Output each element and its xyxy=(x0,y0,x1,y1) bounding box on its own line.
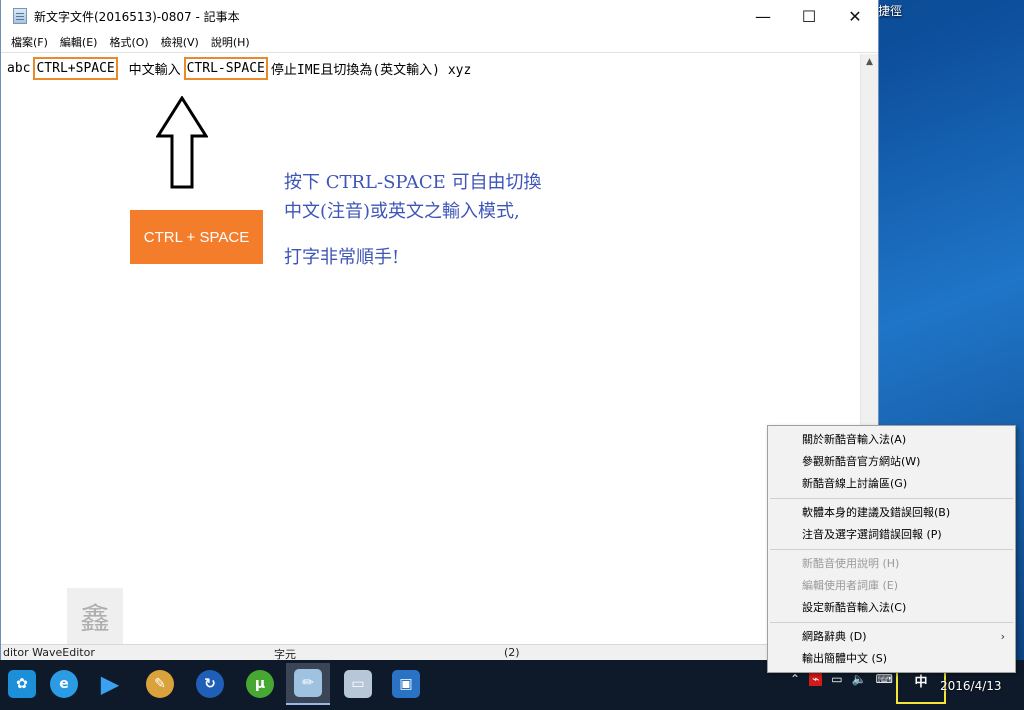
cloud-app-icon: ✿ xyxy=(8,670,36,698)
taskbar-app-1[interactable]: ✿ xyxy=(0,663,44,705)
notepad-window: 新文字文件(2016513)-0807 - 記事本 — ☐ ✕ 檔案(F) 編輯… xyxy=(0,0,879,661)
menu-file[interactable]: 檔案(F) xyxy=(5,34,54,50)
text-ctrl-plus-space: CTRL+SPACE xyxy=(33,57,118,80)
window-app-icon: ▣ xyxy=(392,670,420,698)
text-chinese-input: 中文輸入 xyxy=(120,63,181,78)
maximize-button[interactable]: ☐ xyxy=(786,0,832,32)
menu-online-forum[interactable]: 新酷音線上討論區(G) xyxy=(768,473,1015,495)
monitor-app-icon: ▭ xyxy=(344,670,372,698)
note-line-1: 按下 CTRL-SPACE 可自由切換 xyxy=(284,172,542,193)
status-bar: ditor WaveEditor 字元 (2) xyxy=(1,644,878,661)
taskbar-app-6[interactable]: µ xyxy=(238,663,282,705)
status-right-text: (2) xyxy=(504,646,520,659)
notepad-taskbar-icon: ✏ xyxy=(294,669,322,697)
keyboard-icon[interactable]: ⌨ xyxy=(876,672,893,686)
menu-simplified-output[interactable]: 輸出簡體中文 (S) xyxy=(768,648,1015,670)
menu-help[interactable]: 說明(H) xyxy=(205,34,256,50)
scroll-up-icon[interactable]: ▲ xyxy=(861,57,878,67)
menu-divider xyxy=(770,549,1013,550)
sync-app-icon: ↻ xyxy=(196,670,224,698)
menu-help-doc: 新酷音使用說明 (H) xyxy=(802,557,900,570)
media-player-icon: ▶ xyxy=(100,670,120,698)
system-tray: ⌃ ⌁ ▭ 🔈 ⌨ xyxy=(790,672,902,686)
instruction-note: 按下 CTRL-SPACE 可自由切換 中文(注音)或英文之輸入模式, 打字非常… xyxy=(284,168,542,272)
text-ctrl-minus-space: CTRL-SPACE xyxy=(183,57,268,80)
up-arrow-annotation xyxy=(156,96,208,189)
menu-phonetic-report[interactable]: 注音及選字選詞錯誤回報 (P) xyxy=(768,524,1015,546)
status-left-text: ditor WaveEditor xyxy=(3,646,95,659)
menu-view[interactable]: 檢視(V) xyxy=(155,34,205,50)
ime-context-menu: 關於新酷音輸入法(A) 參觀新酷音官方網站(W) 新酷音線上討論區(G) 軟體本… xyxy=(767,425,1016,673)
watermark-logo: 鑫 xyxy=(67,588,123,644)
chevron-up-icon[interactable]: ⌃ xyxy=(790,672,800,686)
volume-icon[interactable]: 🔈 xyxy=(852,672,867,686)
battery-icon[interactable]: ▭ xyxy=(831,672,842,686)
menu-web-dictionary[interactable]: 網路辭典 (D) › xyxy=(768,626,1015,648)
desktop-shortcut-label[interactable]: 捷徑 xyxy=(878,2,902,19)
taskbar-app-8[interactable]: ▭ xyxy=(336,663,380,705)
menu-web-dictionary-label: 網路辭典 (D) xyxy=(802,630,867,643)
menu-format[interactable]: 格式(O) xyxy=(103,34,154,50)
browser-icon: e xyxy=(50,670,78,698)
menu-edit-dictionary: 編輯使用者詞庫 (E) xyxy=(802,579,899,592)
menu-about-ime[interactable]: 關於新酷音輸入法(A) xyxy=(768,429,1015,451)
menu-divider xyxy=(770,498,1013,499)
taskbar-app-2[interactable]: e xyxy=(42,663,86,705)
acrobat-icon[interactable]: ⌁ xyxy=(809,672,823,686)
taskbar-app-4[interactable]: ✎ xyxy=(138,663,182,705)
close-button[interactable]: ✕ xyxy=(832,0,878,32)
note-line-2: 中文(注音)或英文之輸入模式, xyxy=(284,201,520,222)
menu-ime-settings[interactable]: 設定新酷音輸入法(C) xyxy=(768,597,1015,619)
menu-bug-report[interactable]: 軟體本身的建議及錯誤回報(B) xyxy=(768,502,1015,524)
utorrent-icon: µ xyxy=(246,670,274,698)
text-suffix: 停止IME且切換為(英文輸入) xyz xyxy=(270,63,472,78)
taskbar-app-5[interactable]: ↻ xyxy=(188,663,232,705)
note-line-3: 打字非常順手! xyxy=(284,247,400,268)
taskbar-app-notepad[interactable]: ✏ xyxy=(286,663,330,705)
ctrl-space-callout: CTRL + SPACE xyxy=(130,210,263,264)
menu-bar: 檔案(F) 編輯(E) 格式(O) 檢視(V) 說明(H) xyxy=(1,32,878,53)
paint-icon: ✎ xyxy=(146,670,174,698)
window-title: 新文字文件(2016513)-0807 - 記事本 xyxy=(34,9,240,24)
chevron-right-icon: › xyxy=(1000,630,1005,643)
menu-edit[interactable]: 編輯(E) xyxy=(54,34,104,50)
text-prefix: abc xyxy=(7,61,31,76)
taskbar-clock[interactable]: 2016/4/13 xyxy=(940,679,1002,693)
notepad-app-icon[interactable] xyxy=(13,8,27,24)
menu-divider xyxy=(770,622,1013,623)
title-bar[interactable]: 新文字文件(2016513)-0807 - 記事本 — ☐ ✕ xyxy=(1,0,878,32)
taskbar-app-3[interactable]: ▶ xyxy=(88,663,132,705)
text-editor-area[interactable]: abc CTRL+SPACE 中文輸入 CTRL-SPACE 停止IME且切換為… xyxy=(1,54,861,644)
minimize-button[interactable]: — xyxy=(740,0,786,32)
taskbar-app-9[interactable]: ▣ xyxy=(384,663,428,705)
editor-text-line: abc CTRL+SPACE 中文輸入 CTRL-SPACE 停止IME且切換為… xyxy=(7,57,471,80)
menu-visit-website[interactable]: 參觀新酷音官方網站(W) xyxy=(768,451,1015,473)
